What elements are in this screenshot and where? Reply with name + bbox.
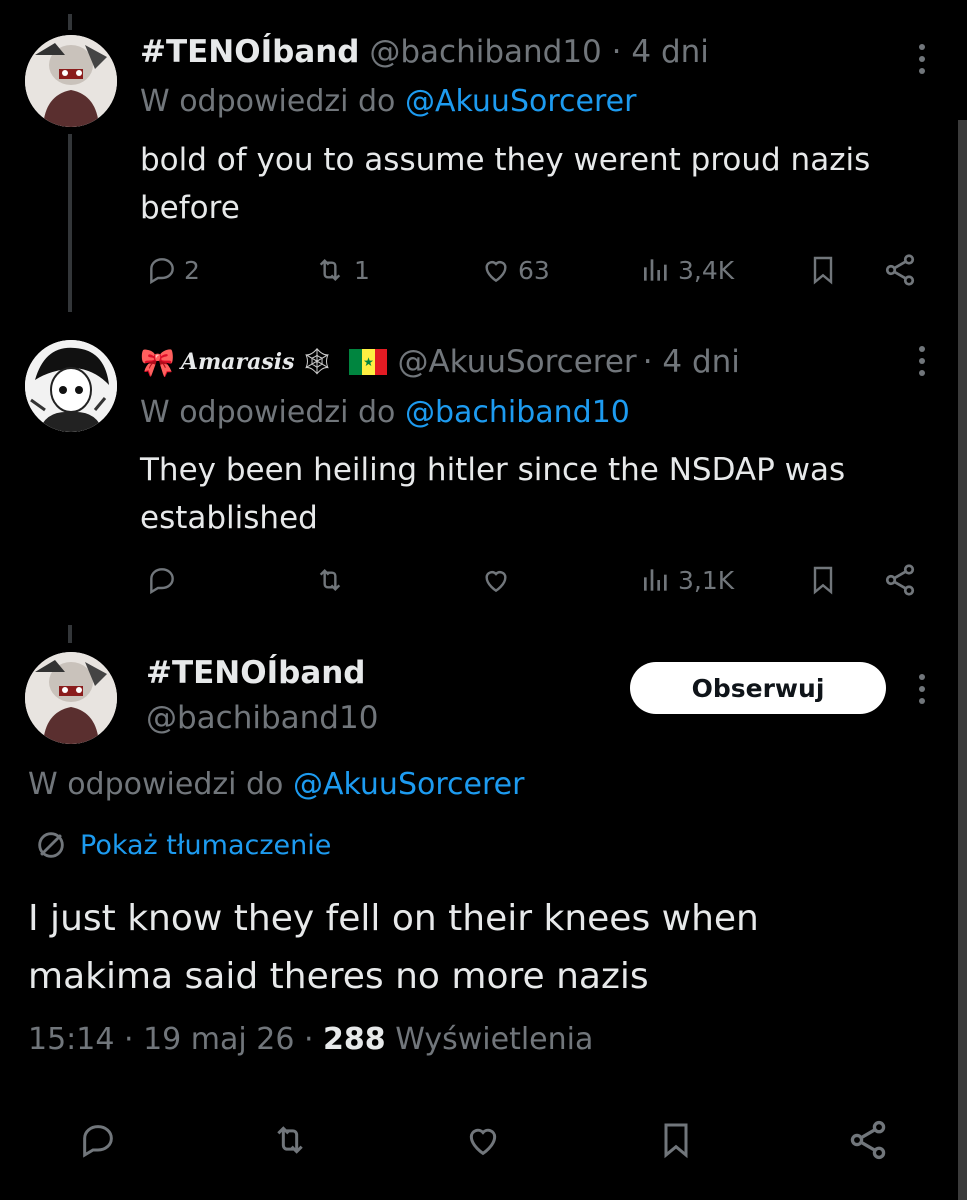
like-icon — [485, 261, 507, 283]
reply-icon — [150, 568, 174, 595]
more-icon[interactable] — [917, 674, 927, 710]
tweet-text: They been heiling hitler since the NSDAP… — [140, 446, 845, 542]
translate-label[interactable]: Pokaż tłumaczenie — [80, 830, 331, 861]
bookmark-button[interactable] — [656, 1118, 696, 1162]
reply-button[interactable] — [146, 564, 178, 596]
retweet-icon — [319, 568, 341, 592]
reply-icon — [150, 258, 174, 285]
like-button[interactable] — [463, 1120, 503, 1160]
reply-to-link[interactable]: @AkuuSorcerer — [405, 84, 637, 119]
tweet-text-line: I just know they fell on their knees whe… — [28, 898, 759, 939]
share-icon — [885, 254, 915, 286]
bookmark-icon — [813, 566, 833, 595]
web-emoji: 🕸 — [300, 347, 334, 377]
tweet-text-line: before — [140, 190, 240, 226]
bookmark-button[interactable] — [807, 562, 839, 598]
globe-icon — [38, 832, 64, 858]
follow-button[interactable]: Obserwuj — [630, 662, 886, 714]
tweet-text-line: established — [140, 500, 318, 536]
reply-prefix: W odpowiedzi do — [28, 767, 284, 802]
like-icon — [469, 1128, 497, 1156]
flag-emoji: ★ — [349, 349, 388, 375]
timestamp[interactable]: 15:14 · 19 maj 26 · — [28, 1022, 314, 1057]
views-button[interactable]: 3,4K — [640, 254, 734, 286]
bookmark-button[interactable] — [807, 252, 839, 288]
avatar[interactable] — [25, 652, 117, 744]
views-count: 3,1K — [678, 565, 735, 595]
retweet-icon — [319, 258, 341, 282]
reply-button[interactable] — [78, 1120, 118, 1160]
reply-button[interactable]: 2 — [146, 254, 200, 286]
views-button[interactable]: 3,1K — [640, 564, 734, 596]
avatar[interactable] — [25, 35, 117, 127]
views-label: Wyświetlenia — [395, 1022, 594, 1057]
retweet-button[interactable]: 1 — [312, 254, 370, 286]
handle[interactable]: @bachiband10 — [146, 700, 378, 736]
handle[interactable]: @bachiband10 — [369, 34, 601, 70]
more-icon[interactable] — [917, 346, 927, 382]
like-count: 63 — [518, 255, 550, 285]
timestamp[interactable]: · 4 dni — [643, 344, 740, 380]
bookmark-icon — [813, 256, 833, 285]
reply-count: 2 — [184, 255, 200, 285]
avatar[interactable] — [25, 340, 117, 432]
share-button[interactable] — [846, 1118, 890, 1162]
retweet-button[interactable] — [312, 564, 348, 596]
display-name[interactable]: #TENOÍband — [140, 34, 360, 70]
timestamp[interactable]: · 4 dni — [612, 34, 709, 70]
views-count: 288 — [323, 1022, 386, 1057]
reply-to-link[interactable]: @AkuuSorcerer — [293, 767, 525, 802]
tweet-text: bold of you to assume they werent proud … — [140, 136, 870, 232]
like-button[interactable]: 63 — [480, 254, 550, 286]
like-icon — [485, 571, 507, 593]
retweet-button[interactable] — [268, 1120, 312, 1160]
views-icon — [644, 569, 667, 591]
handle[interactable]: @AkuuSorcerer — [397, 344, 636, 380]
thread-line-top — [68, 14, 72, 30]
share-button[interactable] — [882, 252, 918, 288]
views-icon — [644, 259, 667, 281]
display-name[interactable]: #TENOÍband — [146, 655, 366, 691]
reply-icon — [83, 1125, 113, 1158]
bookmark-icon — [664, 1123, 688, 1159]
like-button[interactable] — [480, 564, 512, 596]
reply-prefix: W odpowiedzi do — [140, 84, 396, 119]
bow-emoji: 🎀 — [140, 345, 175, 379]
views-count: 3,4K — [678, 255, 735, 285]
thread-line-2 — [68, 625, 72, 643]
thread-line-1 — [68, 134, 72, 312]
display-name[interactable]: Amarasis — [181, 349, 295, 375]
translate-link[interactable]: Pokaż tłumaczenie — [34, 828, 331, 862]
reply-to-link[interactable]: @bachiband10 — [405, 395, 630, 430]
retweet-count: 1 — [354, 255, 370, 285]
share-button[interactable] — [882, 562, 918, 598]
share-icon — [850, 1120, 886, 1160]
reply-prefix: W odpowiedzi do — [140, 395, 396, 430]
more-icon[interactable] — [917, 44, 927, 80]
share-icon — [885, 564, 915, 596]
tweet-text-line: makima said theres no more nazis — [28, 956, 649, 997]
tweet-text-line: bold of you to assume they werent proud … — [140, 142, 871, 178]
scrollbar[interactable] — [958, 120, 967, 1200]
tweet-text-line: They been heiling hitler since the NSDAP… — [140, 452, 846, 488]
retweet-icon — [277, 1126, 303, 1154]
tweet-text: I just know they fell on their knees whe… — [28, 890, 759, 1006]
